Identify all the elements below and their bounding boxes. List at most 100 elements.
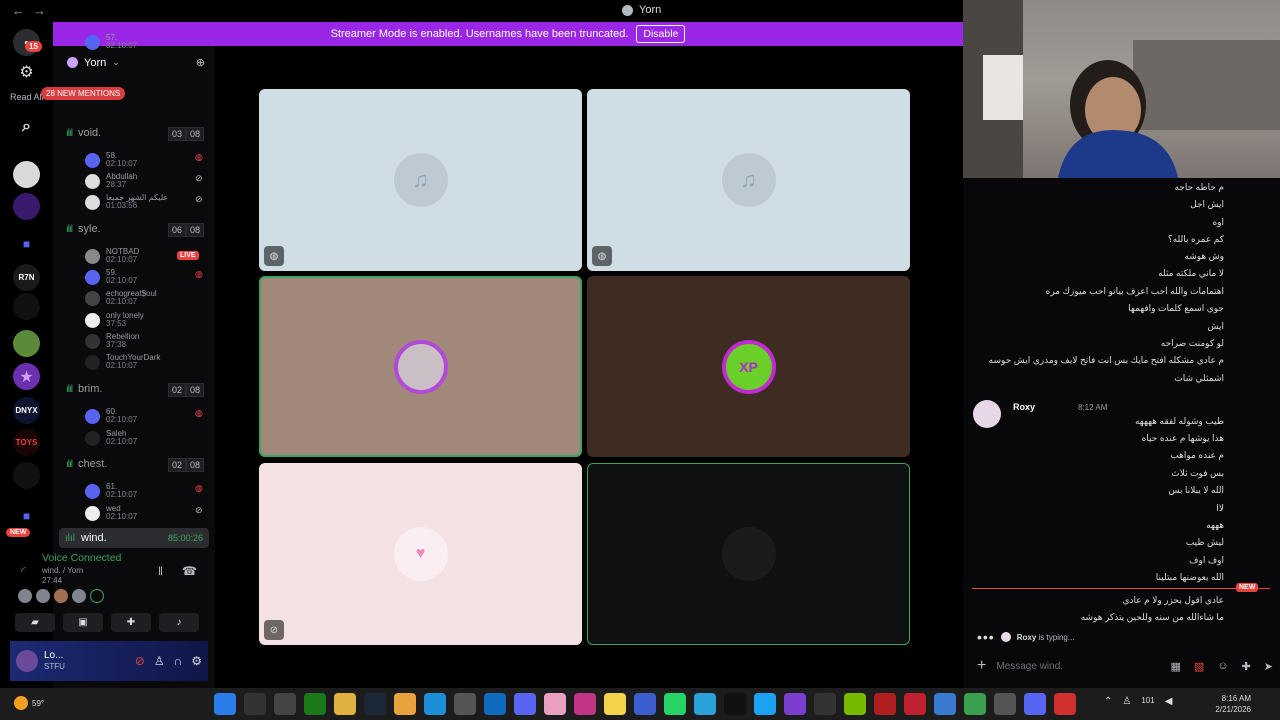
participant-tile[interactable]	[587, 463, 910, 645]
user-avatar[interactable]	[16, 650, 38, 672]
avatar[interactable]	[72, 589, 86, 603]
member-row[interactable]: Rebellion 37:38	[85, 331, 139, 351]
avatar[interactable]	[54, 589, 68, 603]
member-row[interactable]: 61. 02:10:07 ◍	[85, 481, 203, 501]
app-icon[interactable]	[994, 693, 1016, 715]
screen-share-button[interactable]: ▣	[63, 613, 103, 632]
folder-icon-2[interactable]: ■	[13, 502, 40, 529]
task-view-icon[interactable]	[274, 693, 296, 715]
noise-suppression-icon[interactable]: ǁ	[158, 564, 163, 578]
chrome-icon[interactable]	[394, 693, 416, 715]
send-icon[interactable]: ➤	[1264, 660, 1273, 673]
participant-tile[interactable]: XP	[587, 276, 910, 457]
attach-plus-icon[interactable]: +	[977, 657, 986, 675]
member-row[interactable]: TouchYourDark 02:10:07	[85, 352, 160, 372]
app-icon[interactable]	[874, 693, 896, 715]
server-avatar-2[interactable]	[13, 193, 40, 220]
whatsapp-icon[interactable]	[664, 693, 686, 715]
settings-gear-icon[interactable]: ⚙	[13, 58, 40, 85]
edge-icon[interactable]	[424, 693, 446, 715]
author-name[interactable]: Roxy	[1013, 402, 1035, 412]
voice-connected-label[interactable]: Voice Connected	[42, 552, 121, 564]
app-icon[interactable]	[1054, 693, 1076, 715]
app-icon[interactable]	[964, 693, 986, 715]
app-icon[interactable]	[904, 693, 926, 715]
snapchat-icon[interactable]	[604, 693, 626, 715]
new-mentions-pill[interactable]: 28 NEW MENTIONS	[41, 87, 126, 100]
search-icon[interactable]: ⌕	[13, 113, 40, 140]
headphones-icon[interactable]: ∩	[174, 654, 183, 668]
steam-icon[interactable]	[364, 693, 386, 715]
author-avatar[interactable]	[973, 400, 1001, 428]
gear-icon[interactable]: ⚙	[191, 654, 202, 668]
soundboard-button[interactable]: ♪	[159, 613, 199, 632]
volume-icon[interactable]: ◀	[1165, 696, 1173, 707]
signal-icon[interactable]: ◜	[21, 564, 26, 578]
member-row[interactable]: Abdullah 28:37 ⊘	[85, 171, 203, 191]
mail-icon[interactable]	[634, 693, 656, 715]
participant-tile[interactable]: ♥ ⊘	[259, 463, 582, 645]
voice-channel-brim[interactable]: ılıl brim.	[66, 381, 102, 397]
member-row[interactable]: wed 02:10:07 ⊘	[85, 503, 203, 523]
voice-channel-chest[interactable]: ılıl chest.	[66, 456, 107, 472]
app-icon[interactable]	[934, 693, 956, 715]
participant-tile-speaking[interactable]	[259, 276, 582, 457]
add-user-icon[interactable]: ⊕	[196, 56, 205, 69]
member-row[interactable]: عليكم الشهر جميعا 01:03:56 ⊘	[85, 192, 203, 212]
twitter-icon[interactable]	[754, 693, 776, 715]
instagram-icon[interactable]	[574, 693, 596, 715]
apps-icon[interactable]: ✚	[1242, 660, 1251, 673]
member-row[interactable]: 60. 02:10:07 ◍	[85, 406, 203, 426]
active-voice-channel[interactable]: ılıl wind. 85:00:26	[59, 528, 209, 548]
folder-icon[interactable]: ■	[13, 230, 40, 257]
xbox-icon[interactable]	[304, 693, 326, 715]
camera-off-icon[interactable]: ⊘	[135, 654, 145, 668]
camera-off-button[interactable]: ▰	[15, 613, 55, 632]
search-icon[interactable]	[244, 693, 266, 715]
calendar-icon[interactable]: ▦	[1171, 660, 1181, 673]
member-row[interactable]: echogreat$oul 02:10:07	[85, 288, 157, 308]
message-input[interactable]	[996, 660, 1107, 672]
nvidia-icon[interactable]	[844, 693, 866, 715]
server-avatar-1[interactable]	[13, 161, 40, 188]
server-avatar-4[interactable]	[13, 330, 40, 357]
avatar[interactable]	[36, 589, 50, 603]
telegram-icon[interactable]	[694, 693, 716, 715]
weather-widget[interactable]: 59°	[14, 696, 44, 710]
server-r7n[interactable]: R7N	[13, 264, 40, 291]
nav-arrows[interactable]: ←→	[12, 3, 54, 18]
star-server-icon[interactable]: ★	[13, 363, 40, 390]
voice-channel-syle[interactable]: ılıl syle.	[66, 221, 101, 237]
read-all-button[interactable]: Read All	[10, 92, 44, 102]
microphone-icon[interactable]: ♙	[154, 654, 165, 668]
outlook-icon[interactable]	[484, 693, 506, 715]
participant-tile[interactable]: ♫ ◍	[587, 89, 910, 271]
disconnect-icon[interactable]: ☎	[182, 564, 197, 578]
member-row[interactable]: only lonely 37:53	[85, 310, 144, 330]
chevron-up-icon[interactable]: ⌃	[1104, 696, 1112, 707]
disable-button[interactable]: Disable	[636, 25, 686, 43]
server-avatar-5[interactable]	[13, 462, 40, 489]
activities-button[interactable]: ✚	[111, 613, 151, 632]
tiktok-icon[interactable]	[724, 693, 746, 715]
clock[interactable]: 8:16 AM 2/21/2026	[1209, 693, 1251, 715]
app-icon[interactable]	[544, 693, 566, 715]
file-explorer-icon[interactable]	[334, 693, 356, 715]
server-dnyx[interactable]: DNYX	[13, 397, 40, 424]
member-row[interactable]: 58. 02:10:07 ◍	[85, 150, 203, 170]
participant-tile[interactable]: ♫ ◍	[259, 89, 582, 271]
gif-icon[interactable]: ▧	[1194, 660, 1204, 673]
microphone-icon[interactable]: ♙	[1122, 696, 1131, 707]
server-toys[interactable]: TOYS	[13, 429, 40, 456]
server-avatar-3[interactable]	[13, 293, 40, 320]
app-icon[interactable]	[784, 693, 806, 715]
voice-channel-void[interactable]: ılıl void.	[66, 125, 101, 141]
app-icon[interactable]	[1024, 693, 1046, 715]
avatar[interactable]	[90, 589, 104, 603]
start-icon[interactable]	[214, 693, 236, 715]
member-row[interactable]: NOTBAD 02:10:07	[85, 246, 139, 266]
member-row[interactable]: Saleh 02:10:07	[85, 428, 137, 448]
member-row[interactable]: 57. 02:10:07	[85, 32, 137, 52]
chatgpt-icon[interactable]	[454, 693, 476, 715]
member-row[interactable]: 59. 02:10:07 ◍	[85, 267, 203, 287]
